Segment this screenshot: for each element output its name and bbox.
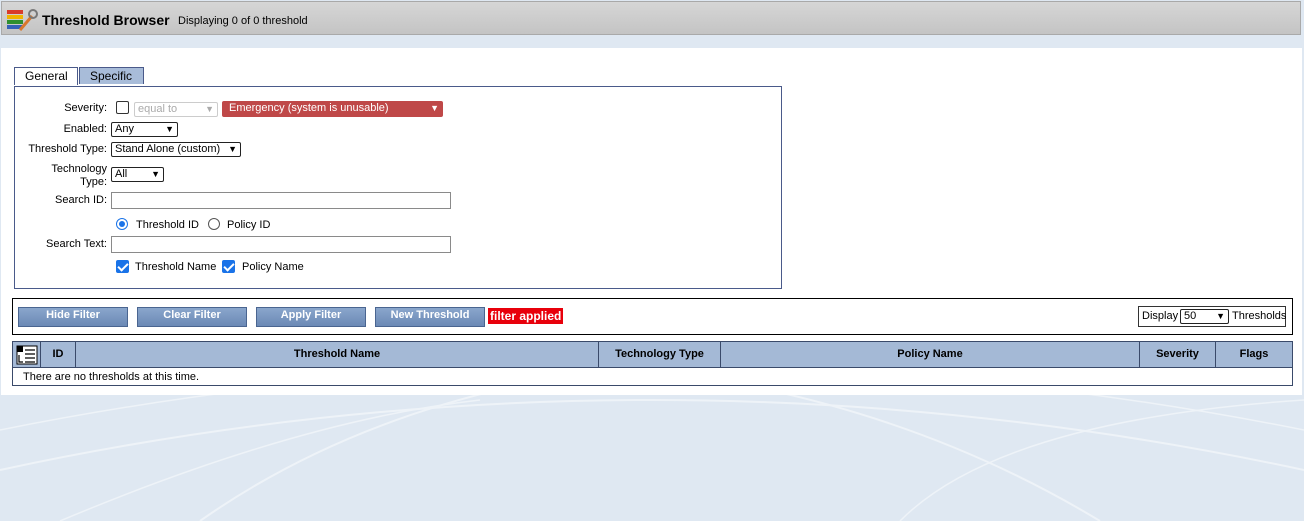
table-body: There are no thresholds at this time. <box>12 368 1293 386</box>
column-header-technology-type[interactable]: Technology Type <box>599 342 721 367</box>
display-suffix: Thresholds <box>1232 310 1287 322</box>
tab-general[interactable]: General <box>14 67 78 85</box>
threshold-type-select[interactable]: Stand Alone (custom) ▼ <box>111 142 241 157</box>
search-text-input[interactable] <box>111 236 451 253</box>
tab-specific[interactable]: Specific <box>79 67 144 84</box>
toolbox-wrench-icon <box>7 9 38 31</box>
severity-operator-select[interactable]: equal to ▼ <box>134 102 218 117</box>
main-panel: General Specific Severity: equal to ▼ Eme… <box>1 48 1302 395</box>
action-toolbar: Hide Filter Clear Filter Apply Filter Ne… <box>12 298 1293 335</box>
chevron-down-icon: ▼ <box>151 169 160 179</box>
app-header: Threshold Browser Displaying 0 of 0 thre… <box>1 1 1301 35</box>
empty-table-message: There are no thresholds at this time. <box>23 371 200 383</box>
policy-id-radio[interactable] <box>208 218 220 230</box>
threshold-id-radio-label: Threshold ID <box>136 219 199 231</box>
policy-name-checkbox-label: Policy Name <box>242 261 304 273</box>
technology-type-label-line2: Type: <box>80 176 107 188</box>
clear-filter-button[interactable]: Clear Filter <box>137 307 247 327</box>
enabled-select[interactable]: Any ▼ <box>111 122 178 137</box>
column-header-severity[interactable]: Severity <box>1140 342 1216 367</box>
search-id-label: Search ID: <box>55 194 107 206</box>
policy-id-radio-label: Policy ID <box>227 219 271 231</box>
new-threshold-button[interactable]: New Threshold <box>375 307 485 327</box>
page-size-select[interactable]: 50 ▼ <box>1180 309 1229 324</box>
page-size-control: Display 50 ▼ Thresholds <box>1138 306 1286 327</box>
column-chooser-icon <box>16 345 37 365</box>
severity-label: Severity: <box>64 102 107 114</box>
chevron-down-icon: ▼ <box>1216 311 1225 321</box>
column-chooser-cell[interactable] <box>13 342 41 367</box>
apply-filter-button[interactable]: Apply Filter <box>256 307 366 327</box>
chevron-down-icon: ▼ <box>165 124 174 134</box>
hide-filter-button[interactable]: Hide Filter <box>18 307 128 327</box>
technology-type-select[interactable]: All ▼ <box>111 167 164 182</box>
filter-form: Severity: equal to ▼ Emergency (system is… <box>14 86 782 289</box>
record-count: Displaying 0 of 0 threshold <box>178 15 308 27</box>
technology-type-label-line1: Technology <box>51 163 107 175</box>
threshold-id-radio[interactable] <box>116 218 128 230</box>
enabled-label: Enabled: <box>63 123 107 135</box>
search-id-input[interactable] <box>111 192 451 209</box>
severity-value-select[interactable]: Emergency (system is unusable) ▼ <box>222 101 443 117</box>
chevron-down-icon: ▼ <box>228 144 237 154</box>
threshold-name-checkbox-label: Threshold Name <box>135 261 217 273</box>
chevron-down-icon: ▼ <box>205 104 214 114</box>
column-header-threshold-name[interactable]: Threshold Name <box>76 342 599 367</box>
search-text-label: Search Text: <box>46 238 107 250</box>
table-header: ID Threshold Name Technology Type Policy… <box>12 341 1293 368</box>
page-title: Threshold Browser <box>42 12 170 28</box>
filter-status-badge: filter applied <box>488 308 564 324</box>
threshold-type-label: Threshold Type: <box>28 143 107 155</box>
chevron-down-icon: ▼ <box>430 103 439 113</box>
severity-checkbox[interactable] <box>116 101 129 114</box>
column-header-id[interactable]: ID <box>41 342 76 367</box>
column-header-flags[interactable]: Flags <box>1216 342 1292 367</box>
policy-name-checkbox[interactable] <box>222 260 235 273</box>
display-label: Display <box>1142 310 1179 322</box>
column-header-policy-name[interactable]: Policy Name <box>721 342 1140 367</box>
threshold-name-checkbox[interactable] <box>116 260 129 273</box>
